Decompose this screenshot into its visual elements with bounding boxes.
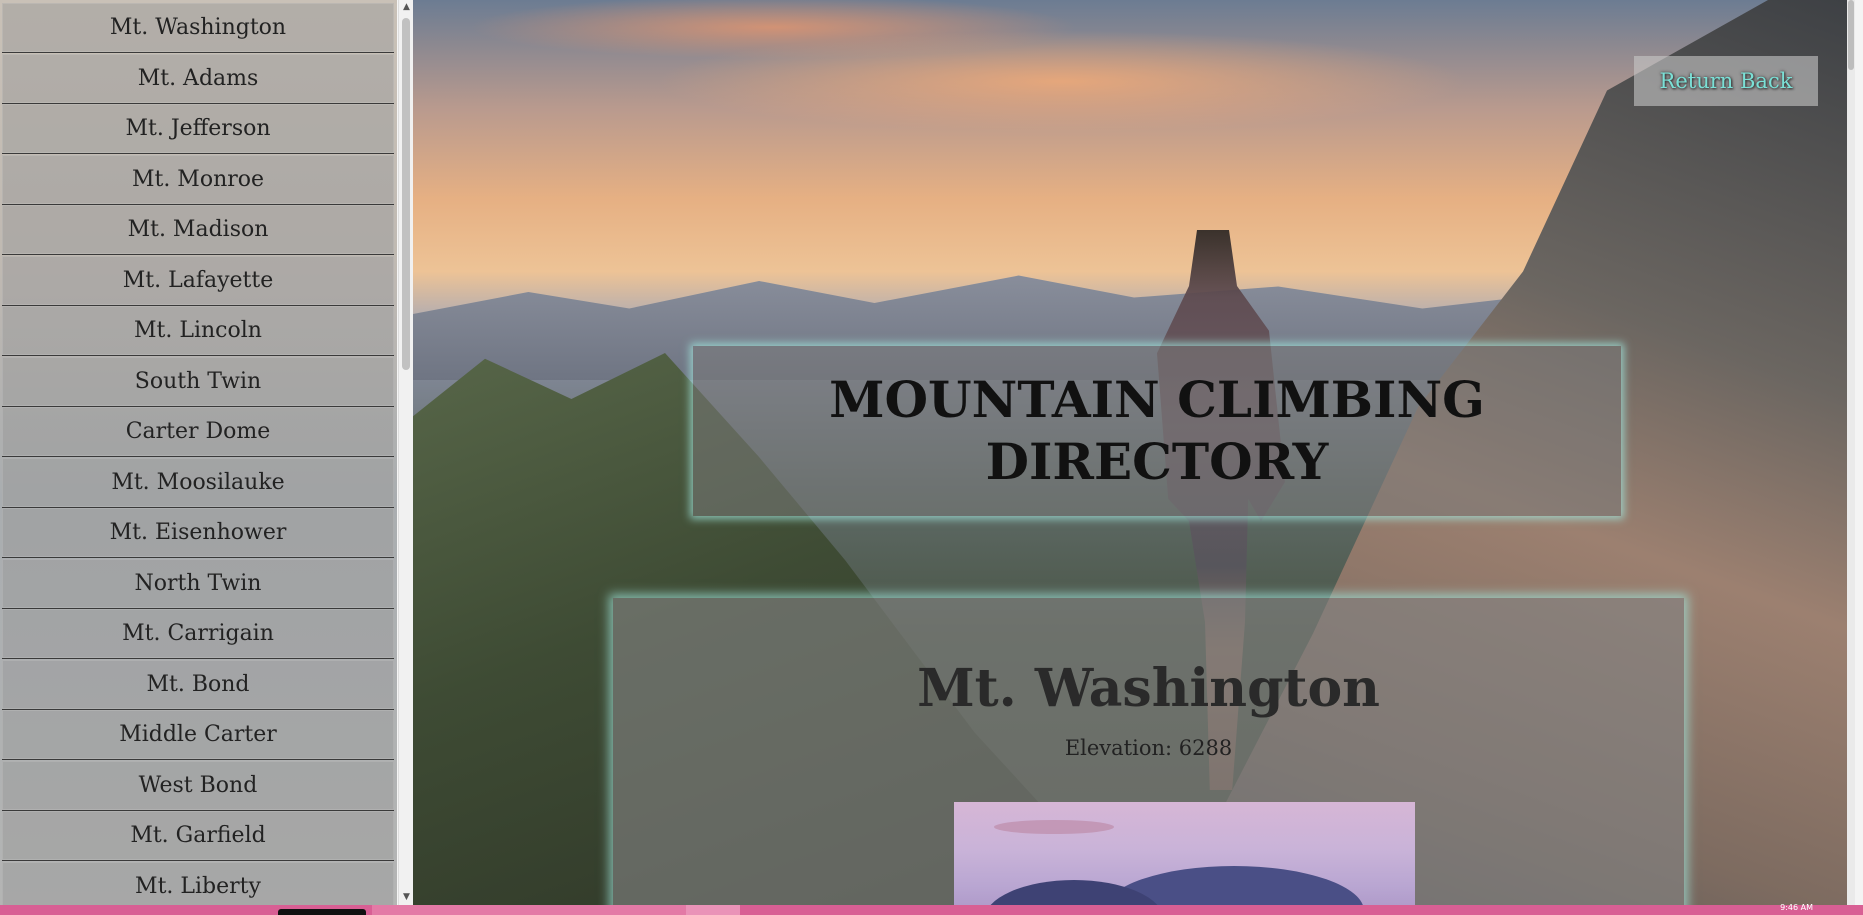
sidebar-item-mt-lafayette[interactable]: Mt. Lafayette [2, 255, 394, 306]
sidebar-item-mt-carrigain[interactable]: Mt. Carrigain [2, 609, 394, 659]
sidebar-item-mt-adams[interactable]: Mt. Adams [2, 53, 394, 104]
sidebar-item-mt-moosilauke[interactable]: Mt. Moosilauke [2, 457, 394, 508]
taskbar-app-button[interactable] [278, 909, 366, 915]
sidebar-item-south-twin[interactable]: South Twin [2, 356, 394, 407]
sidebar-item-middle-carter[interactable]: Middle Carter [2, 710, 394, 760]
mountain-photo [954, 802, 1415, 905]
main-content: Return Back MOUNTAIN CLIMBING DIRECTORY … [413, 0, 1855, 905]
sidebar-item-mt-jefferson[interactable]: Mt. Jefferson [2, 104, 394, 154]
taskbar: 9:46 AM [0, 903, 1863, 915]
mountain-detail-card: Mt. Washington Elevation: 6288 [613, 598, 1684, 905]
sidebar-item-mt-garfield[interactable]: Mt. Garfield [2, 811, 394, 861]
page-scrollbar[interactable] [1847, 0, 1855, 905]
taskbar-clock: 9:46 AM [1780, 903, 1813, 912]
page-title: MOUNTAIN CLIMBING DIRECTORY [829, 370, 1485, 491]
mountain-name: Mt. Washington [917, 658, 1380, 719]
sidebar-item-west-bond[interactable]: West Bond [2, 760, 394, 811]
page-scrollbar-thumb[interactable] [1848, 0, 1854, 70]
sidebar-item-mt-madison[interactable]: Mt. Madison [2, 205, 394, 255]
elevation-text: Elevation: 6288 [1064, 736, 1233, 760]
sidebar-item-mt-monroe[interactable]: Mt. Monroe [2, 154, 394, 205]
sidebar-item-mt-bond[interactable]: Mt. Bond [2, 659, 394, 710]
mountain-sidebar: Mt. Washington Mt. Adams Mt. Jefferson Mt. … [0, 0, 397, 905]
sidebar-item-carter-dome[interactable]: Carter Dome [2, 407, 394, 457]
scrollbar-thumb[interactable] [402, 18, 410, 370]
sidebar-item-mt-eisenhower[interactable]: Mt. Eisenhower [2, 508, 394, 558]
taskbar-segment [686, 905, 740, 915]
sidebar-item-mt-liberty[interactable]: Mt. Liberty [2, 861, 394, 905]
sidebar-scrollbar[interactable]: ▲ ▼ [398, 0, 414, 905]
sidebar-item-mt-washington[interactable]: Mt. Washington [2, 3, 394, 53]
photo-cloud [994, 820, 1114, 834]
taskbar-active-area [372, 905, 740, 915]
title-panel: MOUNTAIN CLIMBING DIRECTORY [693, 346, 1621, 516]
scroll-down-icon[interactable]: ▼ [399, 890, 414, 905]
return-back-button[interactable]: Return Back [1634, 56, 1818, 106]
sidebar-item-mt-lincoln[interactable]: Mt. Lincoln [2, 306, 394, 356]
sidebar-item-north-twin[interactable]: North Twin [2, 558, 394, 609]
scroll-up-icon[interactable]: ▲ [399, 0, 414, 15]
